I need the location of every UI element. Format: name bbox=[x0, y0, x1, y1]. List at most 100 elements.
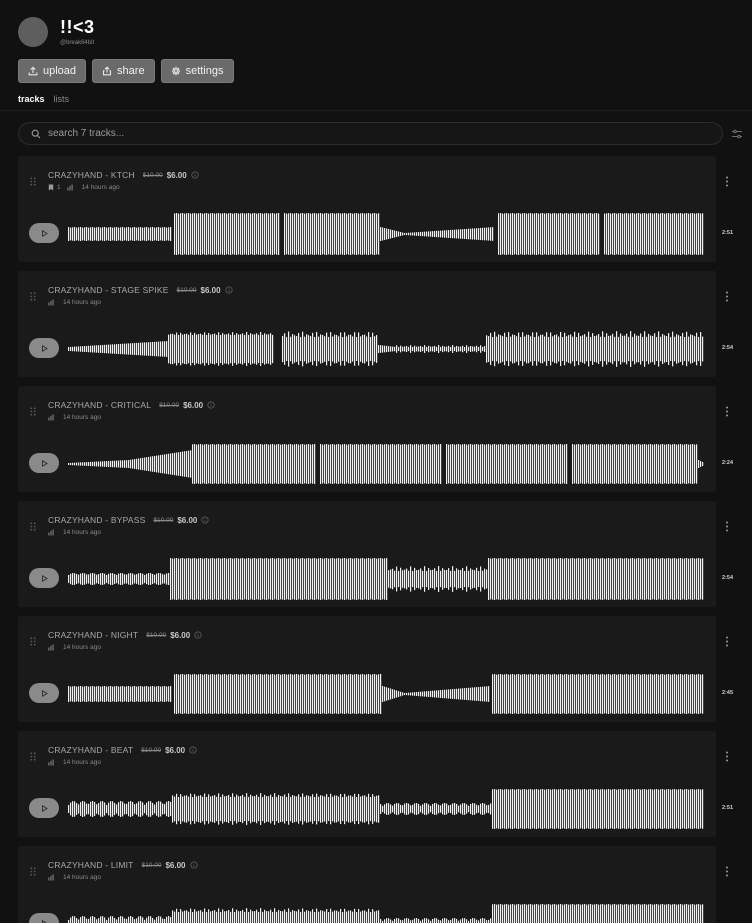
waveform[interactable] bbox=[68, 902, 704, 923]
play-button[interactable] bbox=[29, 568, 59, 588]
waveform-bar bbox=[334, 558, 336, 600]
waveform-bar bbox=[452, 803, 454, 815]
waveform-bar bbox=[244, 213, 246, 255]
share-button[interactable]: share bbox=[92, 59, 155, 83]
drag-handle-icon[interactable] bbox=[30, 292, 36, 301]
track-card[interactable]: CRAZYHAND - NIGHT $10.00 $6.00 14 hours … bbox=[18, 616, 733, 722]
waveform-bar bbox=[492, 674, 494, 714]
waveform-bar bbox=[210, 796, 212, 822]
track-card[interactable]: CRAZYHAND - KTCH $10.00 $6.00 1 14 hours… bbox=[18, 156, 733, 262]
waveform-bar bbox=[318, 558, 320, 600]
drag-handle-icon[interactable] bbox=[30, 752, 36, 761]
more-vertical-icon[interactable] bbox=[725, 406, 729, 417]
track-title[interactable]: CRAZYHAND - BYPASS bbox=[48, 515, 145, 525]
avatar[interactable] bbox=[18, 17, 48, 47]
waveform-bar bbox=[210, 444, 212, 484]
waveform-bar bbox=[104, 344, 106, 354]
waveform-bar bbox=[482, 918, 484, 923]
waveform-bar bbox=[144, 342, 146, 356]
waveform-bar bbox=[676, 789, 678, 829]
sliders-icon[interactable] bbox=[731, 128, 743, 140]
play-button[interactable] bbox=[29, 798, 59, 818]
waveform-bar bbox=[190, 793, 192, 825]
waveform-bar bbox=[480, 918, 482, 923]
track-title[interactable]: CRAZYHAND - STAGE SPIKE bbox=[48, 285, 169, 295]
play-button[interactable] bbox=[29, 913, 59, 923]
waveform-bar bbox=[522, 789, 524, 829]
more-vertical-icon[interactable] bbox=[725, 291, 729, 302]
waveform-bar bbox=[656, 904, 658, 923]
info-icon[interactable] bbox=[191, 171, 199, 179]
waveform-bar bbox=[468, 570, 470, 588]
waveform-bar bbox=[550, 789, 552, 829]
play-button[interactable] bbox=[29, 223, 59, 243]
more-vertical-icon[interactable] bbox=[725, 751, 729, 762]
waveform[interactable] bbox=[68, 327, 704, 371]
search-box[interactable] bbox=[18, 122, 723, 145]
waveform-bar bbox=[102, 801, 104, 817]
drag-handle-icon[interactable] bbox=[30, 522, 36, 531]
track-title[interactable]: CRAZYHAND - CRITICAL bbox=[48, 400, 151, 410]
info-icon[interactable] bbox=[194, 631, 202, 639]
settings-button[interactable]: settings bbox=[160, 59, 234, 83]
waveform-bar bbox=[124, 460, 126, 468]
waveform-bar bbox=[74, 346, 76, 352]
waveform-bar bbox=[436, 346, 438, 352]
waveform[interactable] bbox=[68, 787, 704, 831]
waveform[interactable] bbox=[68, 442, 704, 486]
info-icon[interactable] bbox=[189, 861, 198, 869]
waveform-bar bbox=[258, 444, 260, 484]
drag-handle-icon[interactable] bbox=[30, 177, 36, 186]
more-vertical-icon[interactable] bbox=[725, 866, 729, 877]
track-card[interactable]: CRAZYHAND - STAGE SPIKE $10.00 $6.00 14 … bbox=[18, 271, 733, 377]
waveform[interactable] bbox=[68, 557, 704, 601]
track-title[interactable]: CRAZYHAND - NIGHT bbox=[48, 630, 138, 640]
waveform-bar bbox=[342, 336, 344, 362]
waveform-bar bbox=[222, 558, 224, 600]
waveform-bar bbox=[688, 558, 690, 600]
waveform-bar bbox=[322, 558, 324, 600]
drag-handle-icon[interactable] bbox=[30, 867, 36, 876]
waveform-bar bbox=[362, 213, 364, 255]
waveform-bar bbox=[258, 334, 260, 364]
tab-tracks[interactable]: tracks bbox=[18, 94, 45, 104]
upload-button[interactable]: upload bbox=[18, 59, 87, 83]
info-icon[interactable] bbox=[207, 401, 215, 409]
drag-handle-icon[interactable] bbox=[30, 637, 36, 646]
waveform-bar bbox=[242, 558, 244, 600]
track-card[interactable]: CRAZYHAND - LIMIT $10.00 $6.00 14 hours … bbox=[18, 846, 728, 923]
more-vertical-icon[interactable] bbox=[725, 521, 729, 532]
track-card[interactable]: CRAZYHAND - BYPASS $10.00 $6.00 14 hours… bbox=[18, 501, 733, 607]
play-button[interactable] bbox=[29, 683, 59, 703]
more-vertical-icon[interactable] bbox=[725, 176, 729, 187]
drag-handle-icon[interactable] bbox=[30, 407, 36, 416]
waveform-bar bbox=[558, 904, 560, 923]
waveform-bar bbox=[120, 916, 122, 923]
waveform-bar bbox=[290, 213, 292, 255]
info-icon[interactable] bbox=[201, 516, 209, 524]
play-button[interactable] bbox=[29, 453, 59, 473]
waveform-bar bbox=[542, 789, 544, 829]
waveform-bar bbox=[172, 795, 174, 823]
waveform-bar bbox=[250, 213, 252, 255]
search-input[interactable] bbox=[48, 128, 722, 139]
waveform-bar bbox=[590, 904, 592, 923]
waveform-bar bbox=[352, 213, 354, 255]
info-icon[interactable] bbox=[225, 286, 233, 294]
track-card[interactable]: CRAZYHAND - CRITICAL $10.00 $6.00 14 hou… bbox=[18, 386, 733, 492]
more-vertical-icon[interactable] bbox=[725, 636, 729, 647]
waveform-bar bbox=[548, 213, 550, 255]
play-button[interactable] bbox=[29, 338, 59, 358]
track-title[interactable]: CRAZYHAND - KTCH bbox=[48, 170, 135, 180]
waveform-bar bbox=[326, 909, 328, 923]
tab-lists[interactable]: lists bbox=[54, 94, 70, 104]
track-title[interactable]: CRAZYHAND - LIMIT bbox=[48, 860, 134, 870]
waveform-bar bbox=[610, 904, 612, 923]
waveform[interactable] bbox=[68, 672, 704, 716]
track-card[interactable]: CRAZYHAND - BEAT $10.00 $6.00 14 hours a… bbox=[18, 731, 733, 837]
waveform-bar bbox=[378, 558, 380, 600]
waveform-bar bbox=[314, 558, 316, 600]
info-icon[interactable] bbox=[189, 746, 197, 754]
track-title[interactable]: CRAZYHAND - BEAT bbox=[48, 745, 133, 755]
waveform[interactable] bbox=[68, 212, 704, 256]
